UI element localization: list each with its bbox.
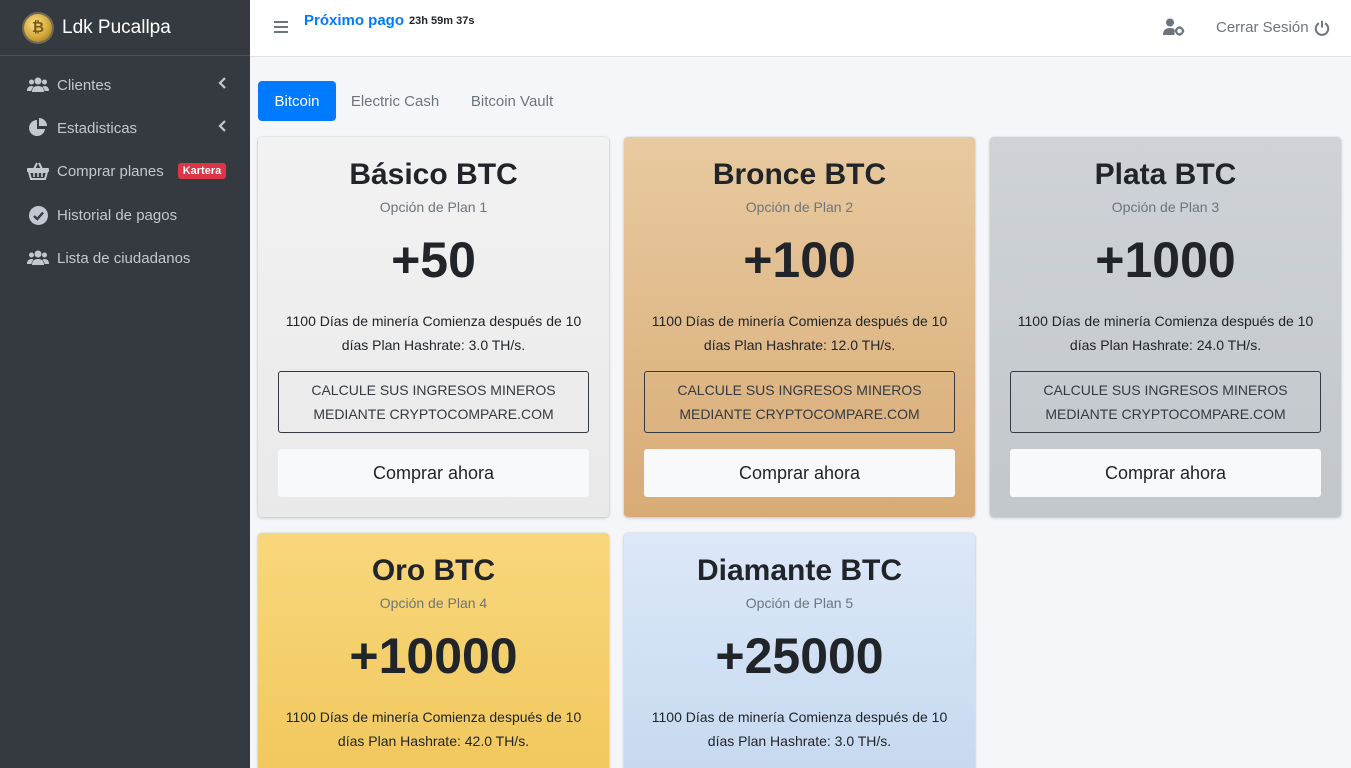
plan-card-bronce: Bronce BTC Opción de Plan 2 +100 1100 Dí… xyxy=(624,137,975,517)
sidebar-item-lista-de-ciudadanos[interactable]: Lista de ciudadanos xyxy=(0,238,250,278)
plan-description: 1100 Días de minería Comienza después de… xyxy=(285,709,582,749)
brand-name: Ldk Pucallpa xyxy=(62,16,171,38)
next-payment-label: Próximo pago xyxy=(304,12,405,29)
calculate-earnings-button[interactable]: CALCULE SUS INGRESOS MINEROS MEDIANTE CR… xyxy=(644,371,955,433)
buy-now-button[interactable]: Comprar ahora xyxy=(1010,449,1321,497)
sidebar: ₿ Ldk Pucallpa Clientes Estadisticas Com… xyxy=(0,0,250,768)
tab-bitcoin[interactable]: Bitcoin xyxy=(258,81,336,121)
menu-toggle-icon[interactable] xyxy=(274,21,288,36)
sidebar-item-historial-de-pagos[interactable]: Historial de pagos xyxy=(0,195,250,235)
plan-description: 1100 Días de minería Comienza después de… xyxy=(651,709,948,749)
users-icon xyxy=(27,250,49,266)
sidebar-item-estadisticas[interactable]: Estadisticas xyxy=(0,108,250,148)
plan-amount: +100 xyxy=(743,232,856,288)
plan-title: Plata BTC xyxy=(1094,158,1237,191)
plan-card-oro: Oro BTC Opción de Plan 4 +10000 1100 Día… xyxy=(258,533,609,768)
sidebar-item-label: Historial de pagos xyxy=(57,206,178,224)
chevron-left-icon xyxy=(218,119,226,135)
pie-chart-icon xyxy=(27,118,49,138)
plan-subtitle: Opción de Plan 5 xyxy=(745,595,854,611)
sidebar-item-label: Lista de ciudadanos xyxy=(57,249,191,267)
tab-electric-cash[interactable]: Electric Cash xyxy=(340,81,450,121)
plan-title: Diamante BTC xyxy=(696,554,903,587)
user-settings-icon[interactable] xyxy=(1163,18,1185,38)
sidebar-item-label: Comprar planes xyxy=(57,162,164,180)
buy-now-button[interactable]: Comprar ahora xyxy=(278,449,589,497)
calculate-earnings-button[interactable]: CALCULE SUS INGRESOS MINEROS MEDIANTE CR… xyxy=(1010,371,1321,433)
plan-card-diamante: Diamante BTC Opción de Plan 5 +25000 110… xyxy=(624,533,975,768)
check-circle-icon xyxy=(27,205,49,225)
top-navbar: Próximo pago 23h 59m 37s Cerrar Sesión xyxy=(250,0,1351,57)
logout-button[interactable]: Cerrar Sesión xyxy=(1216,19,1330,36)
plan-subtitle: Opción de Plan 2 xyxy=(745,199,854,215)
brand[interactable]: ₿ Ldk Pucallpa xyxy=(0,0,250,56)
plan-amount: +1000 xyxy=(1095,232,1236,288)
plan-card-plata: Plata BTC Opción de Plan 3 +1000 1100 Dí… xyxy=(990,137,1341,517)
calculate-earnings-button[interactable]: CALCULE SUS INGRESOS MINEROS MEDIANTE CR… xyxy=(278,371,589,433)
basket-icon xyxy=(27,162,49,180)
plan-title: Básico BTC xyxy=(349,158,518,191)
sidebar-item-label: Estadisticas xyxy=(57,119,138,137)
bitcoin-logo-icon: ₿ xyxy=(24,13,52,42)
sidebar-item-label: Clientes xyxy=(57,76,112,94)
plan-description: 1100 Días de minería Comienza después de… xyxy=(285,313,582,353)
plan-title: Oro BTC xyxy=(371,554,496,587)
tab-bitcoin-vault[interactable]: Bitcoin Vault xyxy=(458,81,566,121)
plan-title: Bronce BTC xyxy=(712,158,887,191)
power-icon xyxy=(1314,20,1329,36)
plan-amount: +10000 xyxy=(349,628,518,684)
chevron-left-icon xyxy=(218,76,226,92)
buy-now-button[interactable]: Comprar ahora xyxy=(644,449,955,497)
countdown-timer: 23h 59m 37s xyxy=(409,15,475,27)
plan-subtitle: Opción de Plan 1 xyxy=(379,199,488,215)
plan-description: 1100 Días de minería Comienza después de… xyxy=(651,313,948,353)
sidebar-item-comprar-planes[interactable]: Comprar planes Kartera xyxy=(0,151,250,191)
kartera-badge: Kartera xyxy=(177,163,227,179)
plan-subtitle: Opción de Plan 4 xyxy=(379,595,488,611)
users-icon xyxy=(27,77,49,93)
plan-card-basico: Básico BTC Opción de Plan 1 +50 1100 Día… xyxy=(258,137,609,517)
sidebar-item-clientes[interactable]: Clientes xyxy=(0,65,250,105)
plan-amount: +25000 xyxy=(715,628,884,684)
plan-description: 1100 Días de minería Comienza después de… xyxy=(1017,313,1314,353)
plan-subtitle: Opción de Plan 3 xyxy=(1111,199,1220,215)
plan-amount: +50 xyxy=(391,232,476,288)
logout-label: Cerrar Sesión xyxy=(1216,19,1309,36)
